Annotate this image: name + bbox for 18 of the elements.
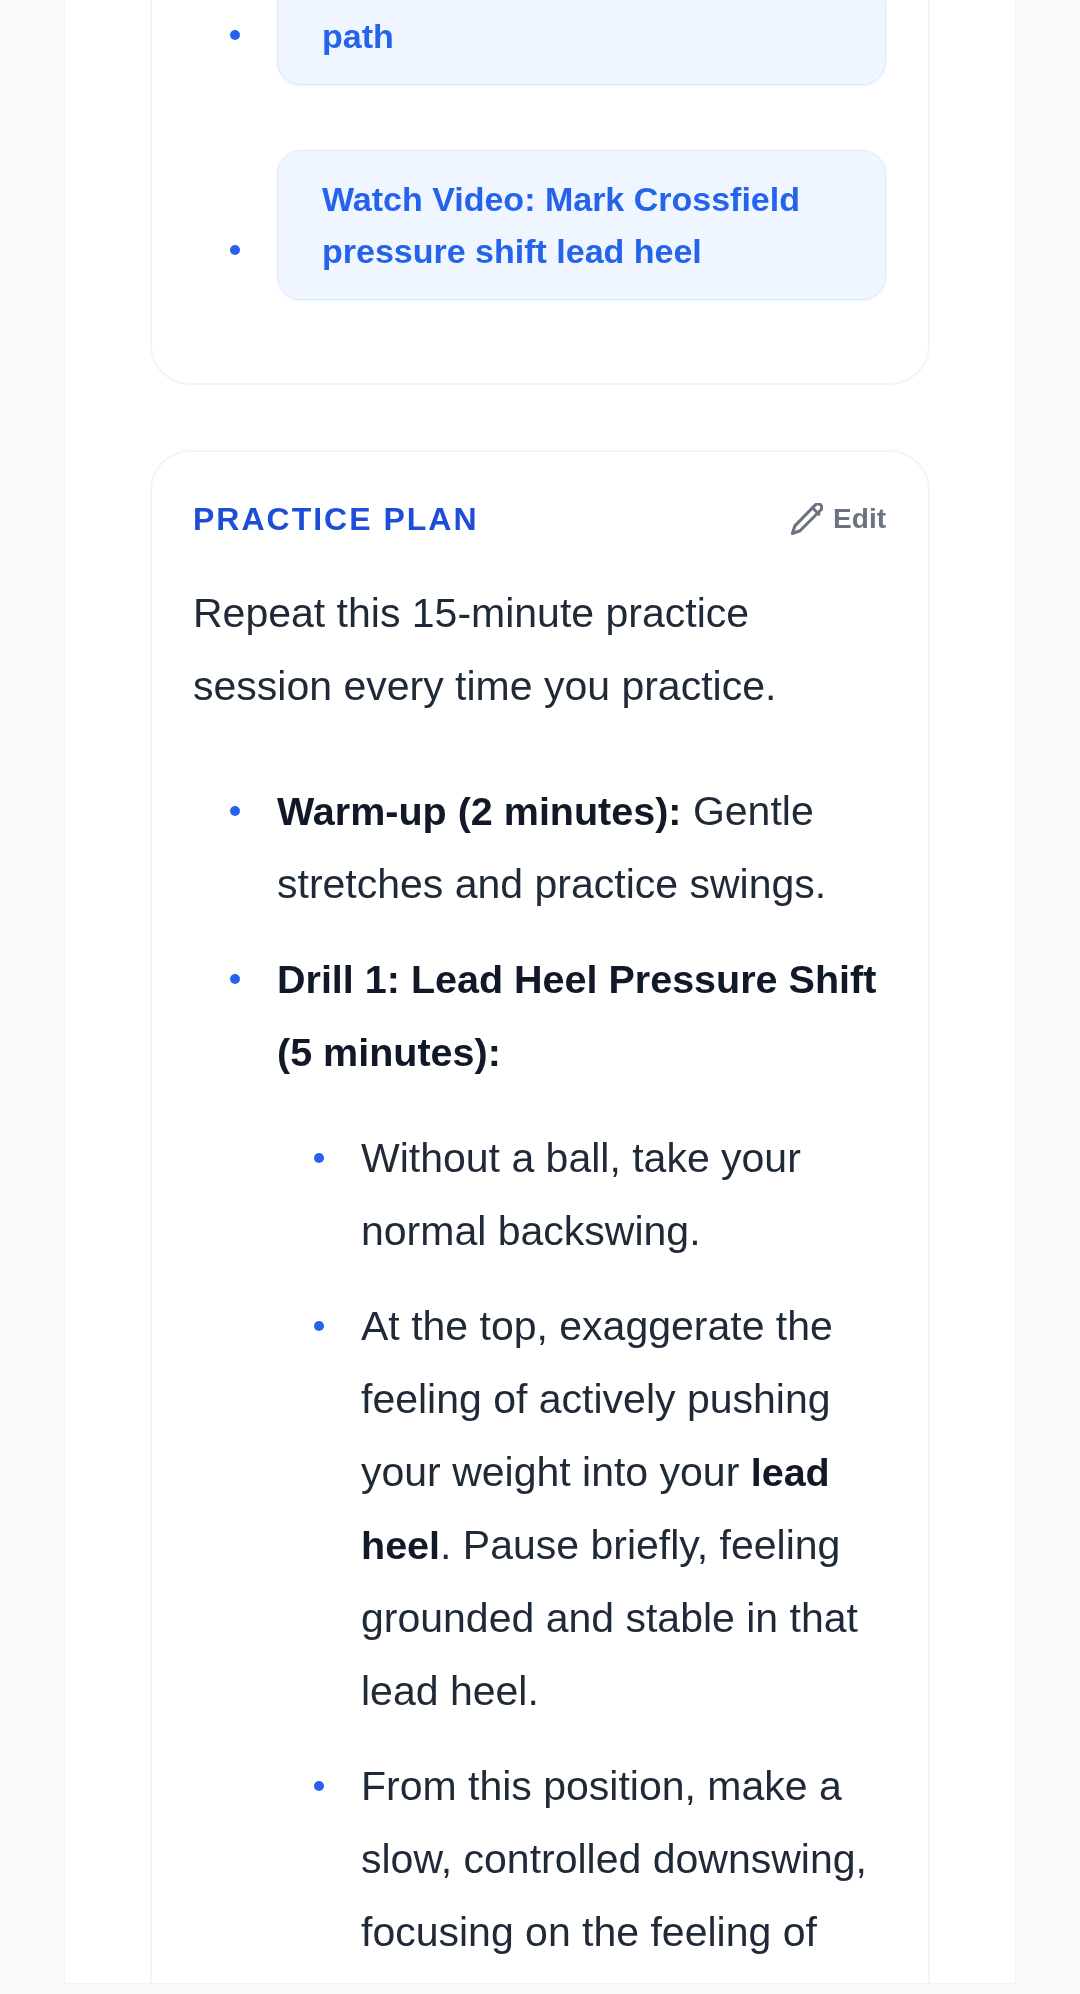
list-item-text: Drill 1: Lead Heel Pressure Shift (5 minutes):: [277, 956, 878, 1076]
resource-link[interactable]: path: [277, 0, 886, 85]
list-item-text: Without a ball, take your normal backswing.: [361, 1134, 802, 1256]
bullet-icon: [230, 245, 240, 255]
intro-text: Repeat this 15-minute practice session every time you practice.: [193, 589, 778, 711]
bullet-icon: [314, 1153, 324, 1163]
list-item-text: Warm-up (2 minutes): Gentle stretches and practice swings.: [277, 787, 828, 909]
bullet-icon: [230, 974, 240, 984]
bullet-icon: [230, 806, 240, 816]
list-item-text: From this position, make a slow, controlled downswing, focusing on the feeling of: [361, 1762, 868, 1957]
bullet-icon: [314, 1781, 324, 1791]
list-item-text: At the top, exaggerate the feeling of actively pushing your weight into your lead heel. Pause briefly, feeling grounded and stable in that lead heel.: [361, 1302, 859, 1716]
edit-button[interactable]: Edit: [791, 501, 886, 537]
resource-link[interactable]: Watch Video: Mark Crossfield pressure shift lead heel: [277, 150, 886, 300]
bullet-icon: [230, 30, 240, 40]
pencil-icon: [791, 503, 824, 535]
section-title: PRACTICE PLAN: [193, 500, 479, 539]
bullet-icon: [314, 1321, 324, 1331]
